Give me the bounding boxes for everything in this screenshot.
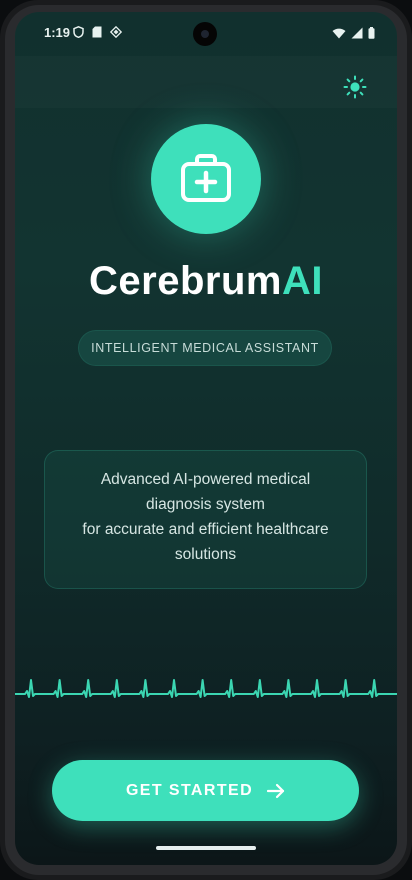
app-title: CerebrumAI [15,259,397,304]
description-line: diagnosis system [146,496,265,513]
status-icons-left [73,26,122,38]
tagline-badge: INTELLIGENT MEDICAL ASSISTANT [78,330,332,366]
medical-kit-icon [181,154,231,202]
front-camera [193,22,217,46]
status-icons-right [332,27,375,39]
app-title-main: Cerebrum [89,259,282,303]
theme-toggle-button[interactable] [343,75,367,99]
app-title-accent: AI [281,259,323,303]
wifi-icon [332,28,346,38]
home-indicator[interactable] [156,846,256,850]
sun-icon [343,75,367,99]
description-line: Advanced AI-powered medical [100,471,311,488]
notification-icon [110,26,122,38]
status-bar: 1:19 [15,12,397,56]
get-started-label: GET STARTED [125,781,254,799]
status-time: 1:19 [44,25,71,40]
description-card: Advanced AI-powered medical diagnosis sy… [44,450,367,589]
header-band [15,56,397,108]
arrow-right-icon [267,783,285,798]
heartbeat-line-icon [15,679,397,698]
sd-card-icon [92,26,102,38]
description-line: for accurate and efficient healthcare [82,521,329,538]
battery-icon [368,27,375,39]
description-line: solutions [174,546,237,563]
get-started-button[interactable]: GET STARTED [52,760,359,821]
shield-icon [73,26,84,38]
app-screen: 1:19 CerebrumAI INTELLIGENT MEDICAL ASSI… [15,12,397,865]
app-logo [151,124,261,234]
signal-icon [351,27,363,39]
